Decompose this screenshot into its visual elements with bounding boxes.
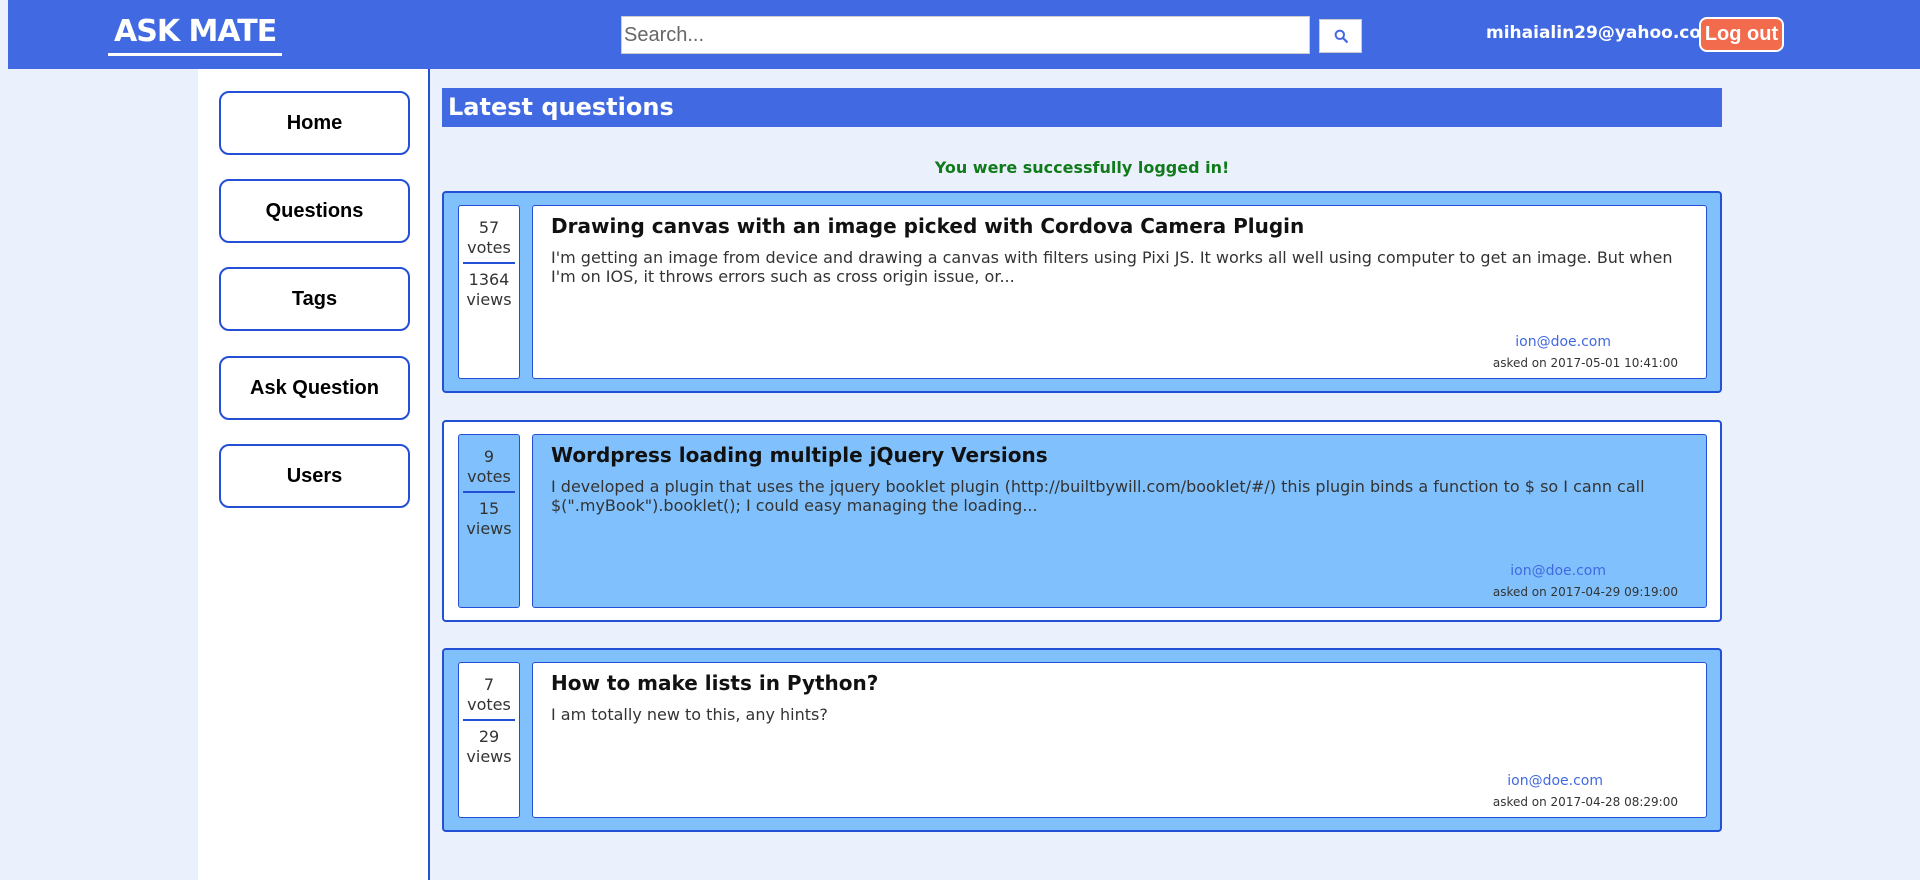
- flash-message: You were successfully logged in!: [934, 158, 1230, 177]
- question-card: 7 votes 29 views How to make lists in Py…: [442, 648, 1722, 832]
- page-title: Latest questions: [442, 88, 1722, 127]
- vote-count: 57: [478, 218, 500, 237]
- question-body: How to make lists in Python? I am totall…: [532, 662, 1707, 818]
- sidebar: Home Questions Tags Ask Question Users: [198, 69, 430, 880]
- votes-label: votes: [467, 467, 511, 486]
- question-stats: 57 votes 1364 views: [458, 205, 520, 379]
- question-title-link[interactable]: How to make lists in Python?: [551, 671, 878, 695]
- search-button[interactable]: [1319, 19, 1362, 53]
- votes-label: votes: [467, 695, 511, 714]
- question-author-link[interactable]: ion@doe.com: [1507, 773, 1603, 789]
- view-count: 29: [478, 727, 500, 746]
- top-navbar: ASK MATE mihaialin29@yahoo.com Log out: [8, 0, 1920, 69]
- sidebar-item-ask-question[interactable]: Ask Question: [219, 356, 410, 420]
- stats-divider: [463, 491, 515, 493]
- sidebar-item-users[interactable]: Users: [219, 444, 410, 508]
- question-asked-date: asked on 2017-04-28 08:29:00: [1492, 795, 1678, 809]
- question-asked-date: asked on 2017-04-29 09:19:00: [1492, 585, 1678, 599]
- question-author-link[interactable]: ion@doe.com: [1510, 563, 1606, 579]
- question-title-link[interactable]: Drawing canvas with an image picked with…: [551, 214, 1304, 238]
- view-count: 1364: [468, 270, 510, 289]
- question-card: 9 votes 15 views Wordpress loading multi…: [442, 420, 1722, 622]
- view-count: 15: [478, 499, 500, 518]
- question-body: Drawing canvas with an image picked with…: [532, 205, 1707, 379]
- stats-divider: [463, 262, 515, 264]
- user-email[interactable]: mihaialin29@yahoo.com: [1486, 23, 1719, 43]
- vote-count: 7: [483, 675, 495, 694]
- question-excerpt: I developed a plugin that uses the jquer…: [551, 477, 1645, 515]
- logout-button[interactable]: Log out: [1699, 17, 1784, 52]
- question-excerpt: I am totally new to this, any hints?: [551, 705, 828, 724]
- question-asked-date: asked on 2017-05-01 10:41:00: [1492, 356, 1678, 370]
- views-label: views: [466, 290, 512, 309]
- site-logo[interactable]: ASK MATE: [108, 14, 283, 56]
- question-stats: 9 votes 15 views: [458, 434, 520, 608]
- question-title-link[interactable]: Wordpress loading multiple jQuery Versio…: [551, 443, 1048, 467]
- sidebar-item-tags[interactable]: Tags: [219, 267, 410, 331]
- sidebar-item-home[interactable]: Home: [219, 91, 410, 155]
- votes-label: votes: [467, 238, 511, 257]
- vote-count: 9: [483, 447, 495, 466]
- sidebar-item-questions[interactable]: Questions: [219, 179, 410, 243]
- search-icon: [1334, 29, 1348, 43]
- question-author-link[interactable]: ion@doe.com: [1515, 334, 1611, 350]
- question-excerpt: I'm getting an image from device and dra…: [551, 248, 1673, 286]
- search-input[interactable]: [621, 16, 1310, 54]
- question-card: 57 votes 1364 views Drawing canvas with …: [442, 191, 1722, 393]
- views-label: views: [466, 519, 512, 538]
- stats-divider: [463, 719, 515, 721]
- views-label: views: [466, 747, 512, 766]
- question-stats: 7 votes 29 views: [458, 662, 520, 818]
- question-body: Wordpress loading multiple jQuery Versio…: [532, 434, 1707, 608]
